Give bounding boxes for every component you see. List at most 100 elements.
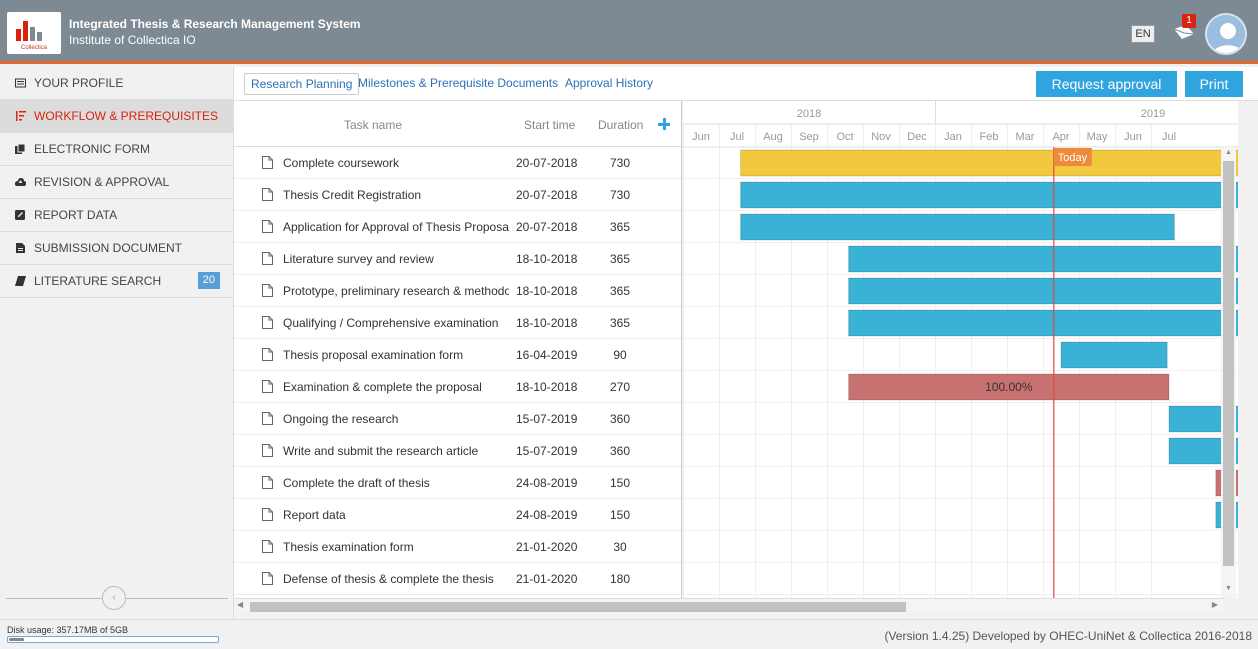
horizontal-scrollbar[interactable]: ◀ ▶ bbox=[234, 598, 1224, 614]
task-grid: Task name Start time Duration Complete c… bbox=[234, 101, 682, 598]
table-row[interactable]: Defense of thesis & complete the thesis 2… bbox=[234, 563, 681, 595]
horizontal-scroll-thumb[interactable] bbox=[250, 602, 906, 612]
task-start: 20-07-2018 bbox=[516, 220, 578, 234]
task-name: Ongoing the research bbox=[283, 412, 399, 426]
scroll-right-icon[interactable]: ▶ bbox=[1212, 600, 1218, 609]
scroll-down-icon[interactable]: ▼ bbox=[1225, 585, 1232, 592]
sidebar: YOUR PROFILE WORKFLOW & PREREQUISITES EL… bbox=[0, 67, 234, 619]
task-name: Qualifying / Comprehensive examination bbox=[283, 316, 499, 330]
add-task-icon[interactable] bbox=[658, 118, 670, 130]
month-label: Sep bbox=[799, 131, 819, 143]
logo-bar bbox=[37, 32, 42, 41]
sidebar-item-label: REPORT DATA bbox=[34, 208, 118, 222]
sidebar-item-your-profile[interactable]: YOUR PROFILE bbox=[0, 67, 234, 100]
table-row[interactable]: Thesis examination form 21-01-2020 30 bbox=[234, 531, 681, 563]
version-info: (Version 1.4.25) Developed by OHEC-UniNe… bbox=[884, 629, 1252, 643]
tab-approval-history[interactable]: Approval History bbox=[559, 73, 659, 95]
column-start-time[interactable]: Start time bbox=[524, 118, 575, 132]
task-duration: 150 bbox=[609, 476, 631, 490]
sidebar-item-literature-search[interactable]: LITERATURE SEARCH 20 bbox=[0, 265, 234, 298]
document-icon bbox=[262, 444, 273, 457]
document-icon bbox=[262, 508, 273, 521]
logo-bar bbox=[30, 27, 35, 41]
scroll-left-icon[interactable]: ◀ bbox=[237, 600, 243, 609]
task-bar bbox=[1060, 341, 1168, 369]
table-row[interactable]: Qualifying / Comprehensive examination 18… bbox=[234, 307, 681, 339]
column-duration[interactable]: Duration bbox=[598, 118, 643, 132]
tab-milestones[interactable]: Milestones & Prerequisite Documents bbox=[352, 73, 564, 95]
month-label: Mar bbox=[1016, 131, 1035, 143]
sidebar-item-label: YOUR PROFILE bbox=[34, 76, 124, 90]
logo-bar bbox=[23, 21, 28, 41]
sidebar-item-electronic-form[interactable]: ELECTRONIC FORM bbox=[0, 133, 234, 166]
logo-text: Collectica bbox=[20, 45, 47, 51]
vertical-scrollbar[interactable]: ▲ ▼ bbox=[1221, 147, 1236, 598]
task-start: 15-07-2019 bbox=[516, 444, 578, 458]
sidebar-item-workflow[interactable]: WORKFLOW & PREREQUISITES bbox=[0, 100, 234, 133]
sidebar-item-label: LITERATURE SEARCH bbox=[34, 274, 162, 288]
task-start: 15-07-2019 bbox=[516, 412, 578, 426]
task-name: Report data bbox=[283, 508, 346, 522]
app-title: Integrated Thesis & Research Management … bbox=[69, 17, 361, 31]
table-row[interactable]: Prototype, preliminary research & method… bbox=[234, 275, 681, 307]
task-duration: 365 bbox=[609, 252, 631, 266]
task-duration: 30 bbox=[613, 540, 627, 554]
month-label: Feb bbox=[980, 131, 999, 143]
task-bar bbox=[740, 181, 1238, 209]
document-icon bbox=[262, 412, 273, 425]
app-logo[interactable]: Collectica bbox=[7, 12, 61, 54]
task-duration: 365 bbox=[609, 316, 631, 330]
table-row[interactable]: Thesis Credit Registration 20-07-2018 730 bbox=[234, 179, 681, 211]
sidebar-item-submission-document[interactable]: SUBMISSION DOCUMENT bbox=[0, 232, 234, 265]
table-row[interactable]: Examination & complete the proposal 18-10… bbox=[234, 371, 681, 403]
month-label: Oct bbox=[836, 131, 853, 143]
table-row[interactable]: Write and submit the research article 15-… bbox=[234, 435, 681, 467]
collapse-sidebar-button[interactable]: ‹ bbox=[102, 586, 126, 610]
table-row[interactable]: Literature survey and review 18-10-2018 36… bbox=[234, 243, 681, 275]
task-start: 16-04-2019 bbox=[516, 348, 578, 362]
cloud-upload-icon bbox=[15, 178, 26, 186]
avatar[interactable] bbox=[1205, 13, 1247, 55]
scroll-up-icon[interactable]: ▲ bbox=[1225, 149, 1232, 156]
task-start: 20-07-2018 bbox=[516, 156, 578, 170]
table-row[interactable]: Thesis proposal examination form 16-04-20… bbox=[234, 339, 681, 371]
user-silhouette-icon bbox=[1212, 23, 1244, 53]
document-icon bbox=[262, 156, 273, 169]
document-icon bbox=[262, 188, 273, 201]
table-row[interactable]: Application for Approval of Thesis Propo… bbox=[234, 211, 681, 243]
task-bar bbox=[848, 245, 1238, 273]
request-approval-button[interactable]: Request approval bbox=[1036, 71, 1177, 97]
year-label: 2018 bbox=[797, 108, 821, 120]
task-duration: 270 bbox=[609, 380, 631, 394]
task-duration: 90 bbox=[613, 348, 627, 362]
month-label: Jun bbox=[692, 131, 710, 143]
document-icon bbox=[262, 220, 273, 233]
task-start: 18-10-2018 bbox=[516, 380, 578, 394]
table-row[interactable]: Report data 24-08-2019 150 bbox=[234, 499, 681, 531]
edit-icon bbox=[15, 210, 25, 220]
vertical-scroll-thumb[interactable] bbox=[1223, 161, 1234, 566]
table-row[interactable]: Complete coursework 20-07-2018 730 bbox=[234, 147, 681, 179]
task-start: 18-10-2018 bbox=[516, 284, 578, 298]
task-start: 21-01-2020 bbox=[516, 572, 578, 586]
task-start: 18-10-2018 bbox=[516, 316, 578, 330]
document-icon bbox=[262, 380, 273, 393]
task-duration: 730 bbox=[609, 156, 631, 170]
task-name: Prototype, preliminary research & method… bbox=[283, 284, 509, 298]
task-name: Literature survey and review bbox=[283, 252, 434, 266]
sidebar-item-revision-approval[interactable]: REVISION & APPROVAL bbox=[0, 166, 234, 199]
table-row[interactable]: Ongoing the research 15-07-2019 360 bbox=[234, 403, 681, 435]
task-name: Application for Approval of Thesis Propo… bbox=[283, 220, 509, 234]
task-bar bbox=[740, 213, 1175, 241]
tab-research-planning[interactable]: Research Planning bbox=[244, 73, 360, 95]
print-button[interactable]: Print bbox=[1185, 71, 1243, 97]
language-switch[interactable]: EN bbox=[1131, 25, 1155, 43]
institute-name: Institute of Collectica IO bbox=[69, 33, 196, 47]
document-icon bbox=[262, 316, 273, 329]
task-duration: 365 bbox=[609, 220, 631, 234]
table-row[interactable]: Complete the draft of thesis 24-08-2019 15… bbox=[234, 467, 681, 499]
task-bar bbox=[740, 149, 1238, 177]
column-task-name[interactable]: Task name bbox=[344, 118, 402, 132]
task-name: Examination & complete the proposal bbox=[283, 380, 482, 394]
sidebar-item-report-data[interactable]: REPORT DATA bbox=[0, 199, 234, 232]
